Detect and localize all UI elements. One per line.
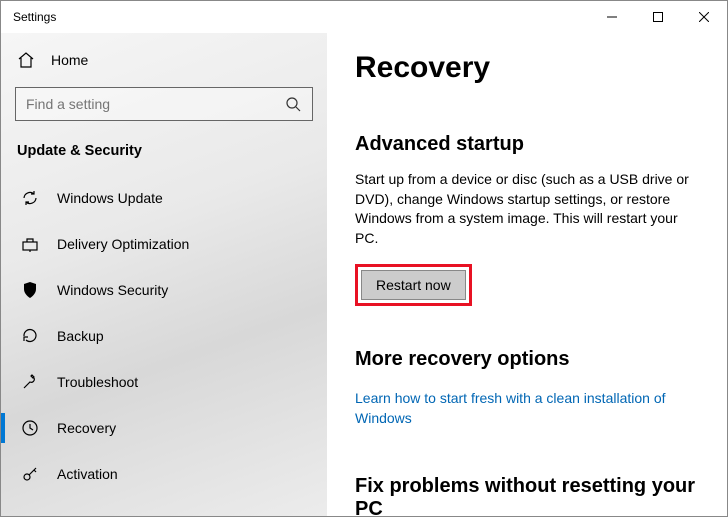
- main-panel: Recovery Advanced startup Start up from …: [327, 33, 727, 516]
- sidebar-item-windows-security[interactable]: Windows Security: [1, 267, 327, 313]
- sidebar-item-troubleshoot[interactable]: Troubleshoot: [1, 359, 327, 405]
- advanced-startup-heading: Advanced startup: [355, 133, 699, 156]
- sidebar-item-label: Windows Security: [57, 282, 168, 298]
- shield-icon: [21, 281, 39, 299]
- sidebar-item-recovery[interactable]: Recovery: [1, 405, 327, 451]
- sidebar-item-label: Activation: [57, 466, 118, 482]
- restart-now-button[interactable]: Restart now: [361, 270, 466, 300]
- sidebar-item-label: Troubleshoot: [57, 374, 138, 390]
- titlebar: Settings: [1, 1, 727, 33]
- start-fresh-link[interactable]: Learn how to start fresh with a clean in…: [355, 389, 699, 428]
- sidebar-item-label: Backup: [57, 328, 104, 344]
- sync-icon: [21, 189, 39, 207]
- minimize-button[interactable]: [589, 1, 635, 33]
- wrench-icon: [21, 373, 39, 391]
- sidebar-item-label: Delivery Optimization: [57, 236, 189, 252]
- sidebar-item-windows-update[interactable]: Windows Update: [1, 175, 327, 221]
- sidebar-item-label: Recovery: [57, 420, 116, 436]
- key-icon: [21, 465, 39, 483]
- window-title: Settings: [13, 10, 56, 24]
- sidebar-item-delivery-optimization[interactable]: Delivery Optimization: [1, 221, 327, 267]
- highlight-box: Restart now: [355, 264, 472, 306]
- category-header: Update & Security: [1, 133, 327, 175]
- sidebar: Home Update & Security: [1, 33, 327, 516]
- advanced-startup-description: Start up from a device or disc (such as …: [355, 170, 699, 248]
- fix-problems-heading: Fix problems without resetting your PC: [355, 475, 699, 516]
- backup-icon: [21, 327, 39, 345]
- home-icon: [17, 51, 35, 69]
- delivery-icon: [21, 235, 39, 253]
- more-recovery-heading: More recovery options: [355, 348, 699, 371]
- maximize-button[interactable]: [635, 1, 681, 33]
- window-controls: [589, 1, 727, 33]
- search-input[interactable]: [15, 87, 313, 121]
- sidebar-item-backup[interactable]: Backup: [1, 313, 327, 359]
- page-title: Recovery: [355, 51, 699, 85]
- recovery-icon: [21, 419, 39, 437]
- home-label: Home: [51, 52, 88, 68]
- sidebar-item-label: Windows Update: [57, 190, 163, 206]
- close-button[interactable]: [681, 1, 727, 33]
- home-nav[interactable]: Home: [1, 41, 327, 79]
- sidebar-item-activation[interactable]: Activation: [1, 451, 327, 497]
